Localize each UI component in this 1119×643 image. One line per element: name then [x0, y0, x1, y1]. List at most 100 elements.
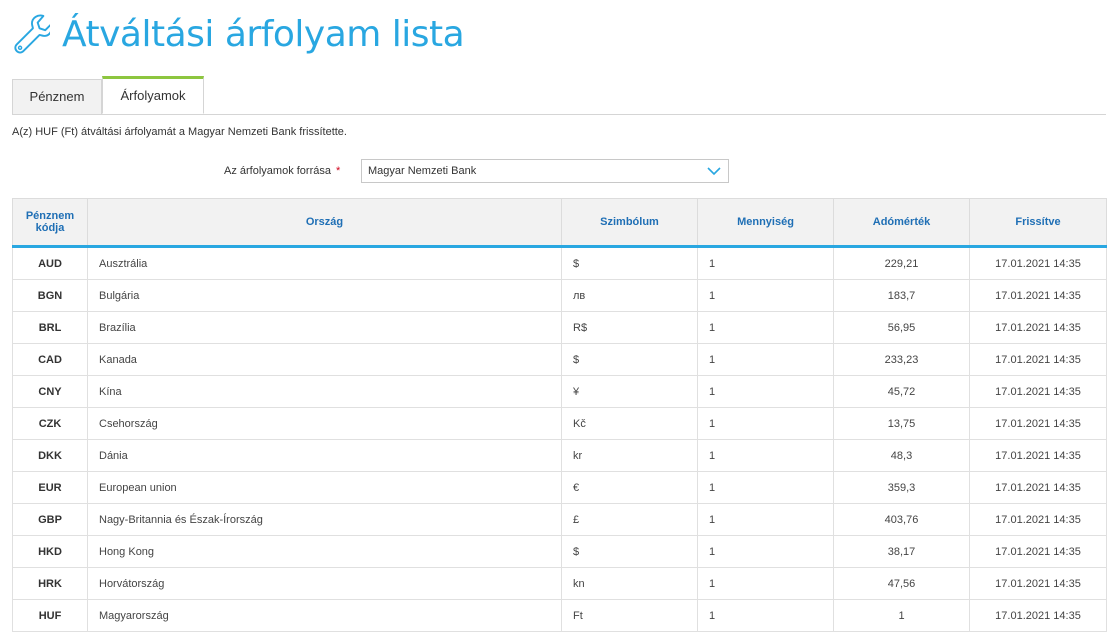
source-label-text: Az árfolyamok forrása — [224, 165, 331, 177]
cell-updated: 17.01.2021 14:35 — [969, 246, 1107, 280]
wrench-icon — [14, 14, 50, 54]
update-notice: A(z) HUF (Ft) átváltási árfolyamát a Mag… — [12, 126, 347, 138]
cell-symbol: kr — [561, 439, 698, 472]
cell-rate: 403,76 — [833, 503, 970, 536]
page-header: Átváltási árfolyam lista — [12, 10, 465, 58]
cell-updated: 17.01.2021 14:35 — [969, 311, 1107, 344]
cell-rate: 13,75 — [833, 407, 970, 440]
cell-quantity: 1 — [697, 279, 834, 312]
cell-symbol: $ — [561, 343, 698, 376]
cell-country: Magyarország — [87, 599, 562, 632]
page-title: Átváltási árfolyam lista — [62, 13, 465, 55]
cell-currency-code: EUR — [12, 471, 88, 504]
cell-rate: 233,23 — [833, 343, 970, 376]
cell-country: Hong Kong — [87, 535, 562, 568]
header-symbol[interactable]: Szimbólum — [561, 198, 698, 248]
required-mark: * — [336, 165, 341, 177]
cell-rate: 47,56 — [833, 567, 970, 600]
header-rate[interactable]: Adómérték — [833, 198, 970, 248]
cell-currency-code: HRK — [12, 567, 88, 600]
cell-rate: 38,17 — [833, 535, 970, 568]
cell-country: Dánia — [87, 439, 562, 472]
cell-currency-code: DKK — [12, 439, 88, 472]
cell-quantity: 1 — [697, 471, 834, 504]
cell-country: European union — [87, 471, 562, 504]
table-row[interactable]: CNY Kína ¥1 45,72 17.01.2021 14:35 — [12, 375, 1107, 408]
tab-arfolyamok[interactable]: Árfolyamok — [102, 76, 204, 114]
cell-symbol: ¥ — [561, 375, 698, 408]
source-select-value: Magyar Nemzeti Bank — [368, 165, 477, 177]
tab-bar: Pénznem Árfolyamok — [12, 76, 1106, 115]
cell-updated: 17.01.2021 14:35 — [969, 343, 1107, 376]
cell-currency-code: CAD — [12, 343, 88, 376]
table-row[interactable]: BRL Brazília R$ 1 56,95 17.01.2021 14:35 — [12, 311, 1107, 344]
cell-symbol: € — [561, 471, 698, 504]
cell-country: Horvátország — [87, 567, 562, 600]
header-country[interactable]: Ország — [87, 198, 562, 248]
cell-rate: 45,72 — [833, 375, 970, 408]
cell-country: Nagy-Britannia és Észak-Írország — [87, 503, 562, 536]
table-header-row: Pénznem kódja Ország Szimbólum Mennyiség… — [12, 198, 1107, 248]
table-row[interactable]: HRK Horvátország kn 1 47,56 17.01.2021 14:35 — [12, 567, 1107, 600]
cell-symbol: Ft — [561, 599, 698, 632]
cell-updated: 17.01.2021 14:35 — [969, 535, 1107, 568]
cell-currency-code: BRL — [12, 311, 88, 344]
table-row[interactable]: BGN Bulgária лв 1 183,7 17.01.2021 14:35 — [12, 279, 1107, 312]
cell-updated: 17.01.2021 14:35 — [969, 599, 1107, 632]
cell-quantity: 1 — [697, 407, 834, 440]
table-row[interactable]: AUD Ausztrália $1 229,21 17.01.2021 14:35 — [12, 246, 1107, 280]
cell-quantity: 1 — [697, 535, 834, 568]
cell-country: Kanada — [87, 343, 562, 376]
header-currency-code[interactable]: Pénznem kódja — [12, 198, 88, 248]
header-updated[interactable]: Frissítve — [969, 198, 1107, 248]
cell-quantity: 1 — [697, 343, 834, 376]
cell-quantity: 1 — [697, 246, 834, 280]
cell-updated: 17.01.2021 14:35 — [969, 407, 1107, 440]
cell-rate: 183,7 — [833, 279, 970, 312]
cell-updated: 17.01.2021 14:35 — [969, 503, 1107, 536]
cell-currency-code: HKD — [12, 535, 88, 568]
cell-symbol: $ — [561, 246, 698, 280]
cell-symbol: R$ — [561, 311, 698, 344]
cell-country: Ausztrália — [87, 246, 562, 280]
cell-currency-code: CNY — [12, 375, 88, 408]
cell-rate: 56,95 — [833, 311, 970, 344]
source-select[interactable]: Magyar Nemzeti Bank — [361, 159, 729, 183]
table-row[interactable]: CZK Csehország Kč 1 13,75 17.01.2021 14:35 — [12, 407, 1107, 440]
cell-country: Csehország — [87, 407, 562, 440]
cell-country: Brazília — [87, 311, 562, 344]
cell-currency-code: BGN — [12, 279, 88, 312]
cell-updated: 17.01.2021 14:35 — [969, 279, 1107, 312]
cell-updated: 17.01.2021 14:35 — [969, 439, 1107, 472]
cell-quantity: 1 — [697, 503, 834, 536]
cell-currency-code: HUF — [12, 599, 88, 632]
cell-country: Bulgária — [87, 279, 562, 312]
cell-updated: 17.01.2021 14:35 — [969, 375, 1107, 408]
cell-currency-code: AUD — [12, 246, 88, 280]
cell-rate: 1 — [833, 599, 970, 632]
table-row[interactable]: HUF Magyarország Ft 1 1 17.01.2021 14:35 — [12, 599, 1107, 632]
chevron-down-icon — [707, 167, 721, 176]
header-quantity[interactable]: Mennyiség — [697, 198, 834, 248]
table-row[interactable]: CAD Kanada $1 233,23 17.01.2021 14:35 — [12, 343, 1107, 376]
rates-table: Pénznem kódja Ország Szimbólum Mennyiség… — [12, 198, 1107, 632]
cell-country: Kína — [87, 375, 562, 408]
cell-rate: 229,21 — [833, 246, 970, 280]
tab-penznem[interactable]: Pénznem — [12, 79, 102, 114]
cell-quantity: 1 — [697, 599, 834, 632]
cell-updated: 17.01.2021 14:35 — [969, 567, 1107, 600]
table-row[interactable]: DKK Dánia kr 1 48,3 17.01.2021 14:35 — [12, 439, 1107, 472]
table-row[interactable]: HKD Hong Kong $1 38,17 17.01.2021 14:35 — [12, 535, 1107, 568]
cell-rate: 48,3 — [833, 439, 970, 472]
cell-currency-code: CZK — [12, 407, 88, 440]
cell-quantity: 1 — [697, 375, 834, 408]
cell-quantity: 1 — [697, 567, 834, 600]
table-row[interactable]: EUR European union €1 359,3 17.01.2021 14:35 — [12, 471, 1107, 504]
cell-symbol: £ — [561, 503, 698, 536]
rates-table-wrapper: Pénznem kódja Ország Szimbólum Mennyiség… — [12, 198, 1107, 632]
cell-quantity: 1 — [697, 311, 834, 344]
source-label: Az árfolyamok forrása * — [224, 165, 340, 177]
cell-symbol: лв — [561, 279, 698, 312]
cell-symbol: $ — [561, 535, 698, 568]
table-row[interactable]: GBP Nagy-Britannia és Észak-Írország £1 403… — [12, 503, 1107, 536]
